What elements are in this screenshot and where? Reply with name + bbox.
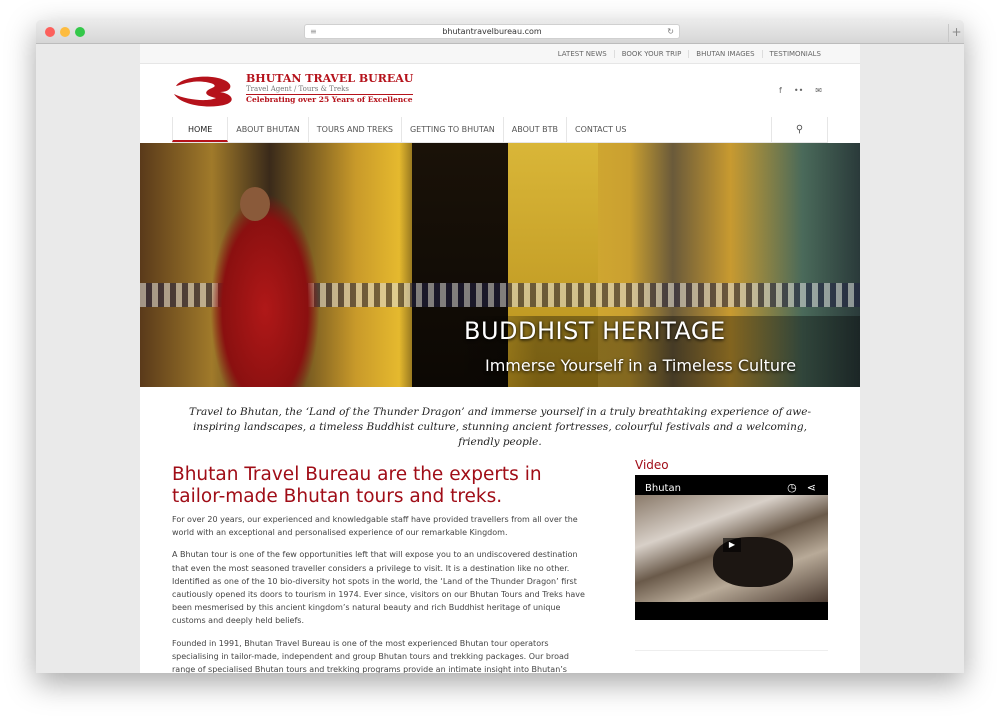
reload-icon[interactable]: ↻	[667, 25, 674, 39]
facebook-icon[interactable]: f	[779, 86, 782, 95]
logo-tagline: Celebrating over 25 Years of Excellence	[246, 95, 413, 104]
new-tab-button[interactable]: +	[948, 24, 964, 42]
search-icon[interactable]: ⚲	[771, 117, 828, 143]
nav-tours-and-treks[interactable]: TOURS AND TREKS	[309, 117, 402, 142]
nav-about-bhutan[interactable]: ABOUT BHUTAN	[228, 117, 309, 142]
logo[interactable]: BHUTAN TRAVEL BUREAU Travel Agent / Tour…	[172, 72, 414, 108]
partner-logos	[635, 671, 828, 673]
nav-about-btb[interactable]: ABOUT BTB	[504, 117, 568, 142]
viewport: LATEST NEWS BOOK YOUR TRIP BHUTAN IMAGES…	[36, 44, 964, 673]
divider	[635, 650, 828, 651]
mail-icon[interactable]: ✉	[815, 86, 822, 95]
top-links: LATEST NEWS BOOK YOUR TRIP BHUTAN IMAGES…	[140, 44, 860, 64]
link-testimonials[interactable]: TESTIMONIALS	[761, 49, 828, 58]
play-icon[interactable]: ▶	[723, 538, 741, 552]
maximize-button[interactable]	[75, 27, 85, 37]
video-player[interactable]: Bhutan ◷ ⋖ ▶	[635, 475, 828, 620]
title-bar: ≡ bhutantravelbureau.com ↻ +	[36, 20, 964, 44]
intro-text: Travel to Bhutan, the ‘Land of the Thund…	[189, 406, 811, 448]
paragraph: Founded in 1991, Bhutan Travel Bureau is…	[172, 638, 569, 673]
browser-window: ≡ bhutantravelbureau.com ↻ + LATEST NEWS B…	[36, 20, 964, 673]
nav-getting-to-bhutan[interactable]: GETTING TO BHUTAN	[402, 117, 504, 142]
share-icon[interactable]: ⋖	[807, 481, 816, 494]
video-heading: Video	[635, 458, 669, 472]
video-title[interactable]: Bhutan	[645, 483, 681, 494]
hero-subtitle: Immerse Yourself in a Timeless Culture	[485, 356, 797, 375]
logo-title: BHUTAN TRAVEL BUREAU	[246, 72, 414, 85]
logo-mark-icon	[172, 72, 242, 108]
close-button[interactable]	[45, 27, 55, 37]
sidebar: Video Bhutan ◷ ⋖ ▶	[635, 458, 828, 673]
url-text: bhutantravelbureau.com	[442, 27, 542, 36]
nav-home[interactable]: HOME	[172, 117, 229, 142]
link-bhutan-images[interactable]: BHUTAN IMAGES	[688, 49, 761, 58]
watch-later-icon[interactable]: ◷	[787, 481, 797, 494]
nav-contact-us[interactable]: CONTACT US	[567, 117, 634, 142]
address-bar[interactable]: ≡ bhutantravelbureau.com ↻	[304, 24, 680, 39]
link-book-your-trip[interactable]: BOOK YOUR TRIP	[613, 49, 689, 58]
hero-monk	[210, 187, 320, 387]
social-links: f •• ✉	[779, 86, 822, 95]
main-column: Bhutan Travel Bureau are the experts in …	[172, 464, 592, 673]
paragraph: For over 20 years, our experienced and k…	[172, 515, 578, 538]
hero-slider[interactable]: BUDDHIST HERITAGE Immerse Yourself in a …	[140, 143, 860, 387]
hero-title: BUDDHIST HERITAGE	[464, 317, 726, 345]
paragraph: A Bhutan tour is one of the few opportun…	[172, 550, 585, 626]
minimize-button[interactable]	[60, 27, 70, 37]
reader-icon[interactable]: ≡	[310, 25, 317, 39]
page: LATEST NEWS BOOK YOUR TRIP BHUTAN IMAGES…	[140, 44, 860, 673]
main-nav: HOME ABOUT BHUTAN TOURS AND TREKS GETTIN…	[172, 117, 828, 143]
link-latest-news[interactable]: LATEST NEWS	[551, 50, 614, 58]
logo-subtitle: Travel Agent / Tours & Treks	[246, 85, 414, 95]
main-heading: Bhutan Travel Bureau are the experts in …	[172, 464, 542, 507]
header: BHUTAN TRAVEL BUREAU Travel Agent / Tour…	[140, 64, 860, 117]
flickr-icon[interactable]: ••	[794, 86, 803, 95]
